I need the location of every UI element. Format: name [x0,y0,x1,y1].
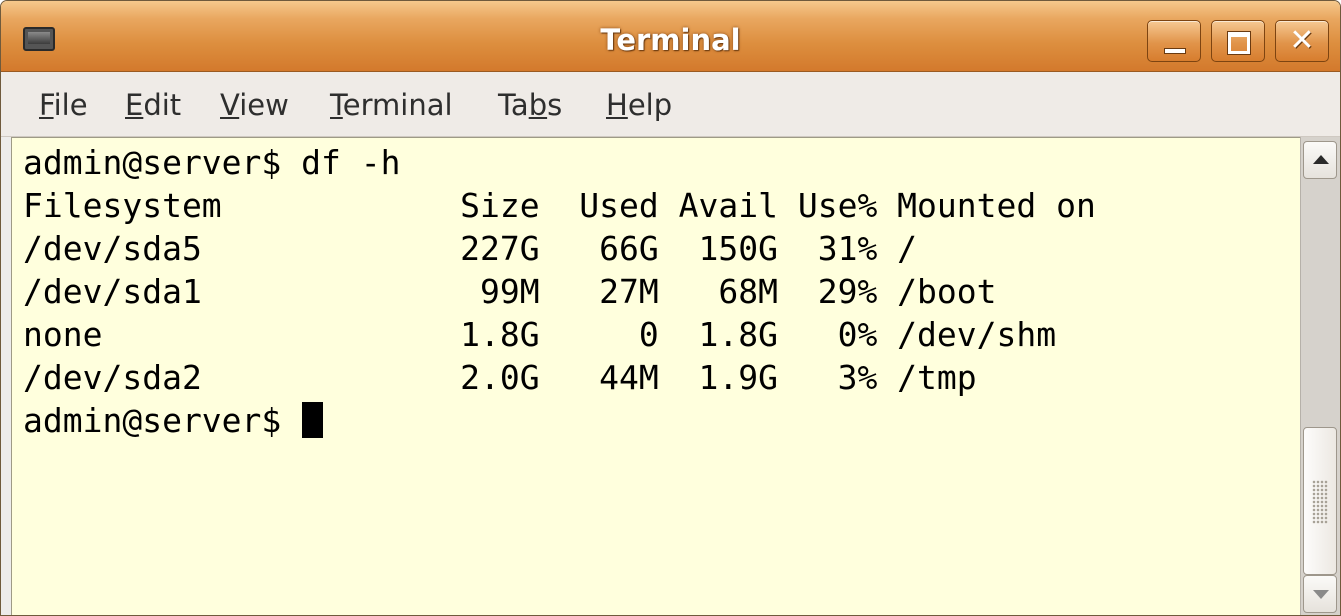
menu-view[interactable]: View [220,88,289,122]
terminal-line: /dev/sda2 2.0G 44M 1.9G 3% /tmp [23,358,977,397]
terminal-line: /dev/sda1 99M 27M 68M 29% /boot [23,272,997,311]
title-bar[interactable]: Terminal ✕ [1,1,1340,72]
maximize-button[interactable] [1211,20,1265,62]
vertical-scrollbar[interactable] [1300,137,1340,615]
terminal-output[interactable]: admin@server$ df -h Filesystem Size Used… [11,137,1300,615]
menu-bar: File Edit View Terminal Tabs Help [1,72,1340,137]
terminal-line: admin@server$ df -h [23,143,401,182]
terminal-prompt: admin@server$ [23,401,302,440]
menu-terminal[interactable]: Terminal [330,88,453,122]
minimize-button[interactable] [1147,20,1201,62]
terminal-window: Terminal ✕ File Edit View Terminal Tabs … [0,0,1341,616]
window-title: Terminal [600,23,741,57]
close-button[interactable]: ✕ [1275,20,1329,62]
text-cursor [302,402,324,438]
menu-tabs[interactable]: Tabs [498,88,562,122]
terminal-line: Filesystem Size Used Avail Use% Mounted … [23,186,1096,225]
scroll-down-button[interactable] [1303,575,1337,613]
scrollbar-thumb[interactable] [1303,427,1337,575]
terminal-line: none 1.8G 0 1.8G 0% /dev/shm [23,315,1057,354]
menu-file[interactable]: File [39,88,88,122]
close-icon: ✕ [1289,23,1315,58]
menu-help[interactable]: Help [606,88,672,122]
terminal-line: /dev/sda5 227G 66G 150G 31% / [23,229,918,268]
menu-edit[interactable]: Edit [125,88,181,122]
terminal-prompt-line: admin@server$ [23,399,324,442]
scroll-up-button[interactable] [1303,141,1337,179]
